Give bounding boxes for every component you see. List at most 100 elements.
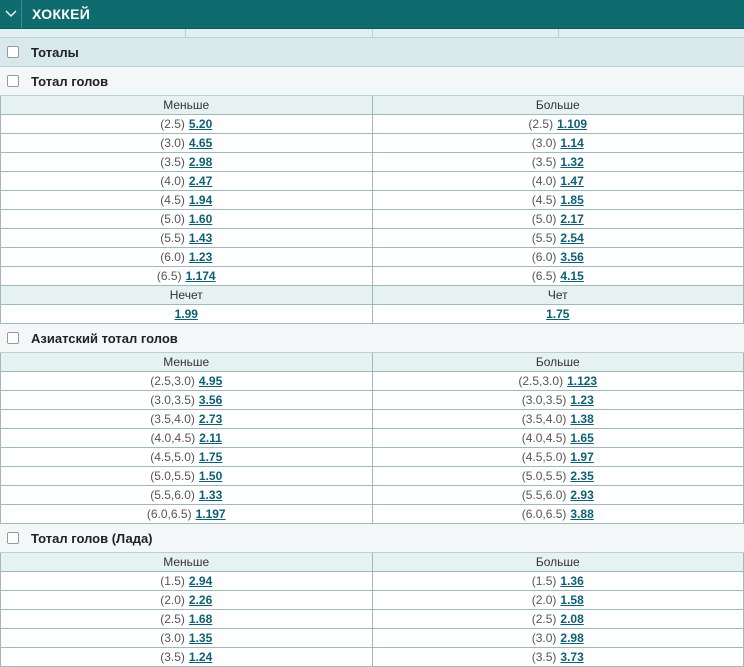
over-odds-link[interactable]: 2.54: [560, 231, 583, 245]
over-odds-link[interactable]: 1.58: [560, 593, 583, 607]
over-odds-link[interactable]: 2.17: [560, 212, 583, 226]
under-cell: (6.5) 1.174: [0, 266, 373, 286]
under-cell: (4.0) 2.47: [0, 171, 373, 191]
under-param: (4.5): [160, 193, 185, 207]
under-odds-link[interactable]: 2.94: [189, 574, 212, 588]
under-odds-link[interactable]: 1.35: [189, 631, 212, 645]
under-param: (2.5): [160, 117, 185, 131]
under-odds-link[interactable]: 1.23: [189, 250, 212, 264]
under-odds-link[interactable]: 2.11: [199, 431, 222, 445]
over-odds-link[interactable]: 3.56: [560, 250, 583, 264]
col-even: Чет: [371, 285, 744, 305]
under-odds-link[interactable]: 1.75: [199, 450, 222, 464]
over-param: (1.5): [531, 574, 557, 588]
table-row: (5.0) 1.60 (5.0) 2.17: [0, 209, 744, 229]
over-odds-link[interactable]: 1.109: [557, 117, 587, 131]
checkbox-totals[interactable]: [7, 46, 19, 58]
under-odds-link[interactable]: 1.60: [189, 212, 212, 226]
section-total-goals-label: Тотал голов: [31, 73, 109, 89]
over-odds-link[interactable]: 2.93: [570, 488, 593, 502]
over-odds-link[interactable]: 1.38: [570, 412, 593, 426]
over-param: (2.5): [528, 117, 554, 131]
under-odds-link[interactable]: 1.197: [196, 507, 226, 521]
over-cell: (3.0) 1.14: [371, 133, 744, 153]
over-odds-link[interactable]: 2.35: [570, 469, 593, 483]
under-odds-link[interactable]: 2.47: [189, 174, 212, 188]
over-odds-link[interactable]: 1.36: [560, 574, 583, 588]
under-odds-link[interactable]: 2.98: [189, 155, 212, 169]
over-param: (6.0): [531, 250, 557, 264]
under-param: (3.0): [160, 136, 185, 150]
under-cell: (1.5) 2.94: [0, 571, 373, 591]
over-odds-link[interactable]: 1.47: [560, 174, 583, 188]
checkbox-total-lada[interactable]: [7, 532, 19, 544]
table-row: (3.5) 2.98 (3.5) 1.32: [0, 152, 744, 172]
checkbox-asian-total[interactable]: [7, 332, 19, 344]
over-param: (5.0,5.5): [521, 469, 567, 483]
over-odds-link[interactable]: 3.73: [560, 650, 583, 664]
under-cell: (6.0) 1.23: [0, 247, 373, 267]
odd-odds-link[interactable]: 1.99: [175, 307, 198, 321]
chevron-down-icon: [5, 10, 16, 17]
under-cell: (3.0) 1.35: [0, 628, 373, 648]
under-odds-link[interactable]: 5.20: [189, 117, 212, 131]
over-param: (4.0,4.5): [521, 431, 567, 445]
over-odds-link[interactable]: 2.08: [560, 612, 583, 626]
under-cell: (6.0,6.5) 1.197: [0, 504, 373, 524]
over-cell: (6.0,6.5) 3.88: [371, 504, 744, 524]
collapse-toggle[interactable]: [0, 0, 22, 28]
under-odds-link[interactable]: 1.68: [189, 612, 212, 626]
over-odds-link[interactable]: 1.85: [560, 193, 583, 207]
under-odds-link[interactable]: 2.26: [189, 593, 212, 607]
under-odds-link[interactable]: 1.50: [199, 469, 222, 483]
col-odd: Нечет: [0, 285, 373, 305]
over-param: (6.0,6.5): [521, 507, 567, 521]
under-param: (6.5): [156, 269, 182, 283]
under-cell: (5.0,5.5) 1.50: [0, 466, 373, 486]
even-odds-link[interactable]: 1.75: [546, 307, 569, 321]
table-row: (3.5,4.0) 2.73 (3.5,4.0) 1.38: [0, 409, 744, 429]
under-cell: (3.5) 2.98: [0, 152, 373, 172]
over-cell: (3.0) 2.98: [371, 628, 744, 648]
over-param: (5.5,6.0): [521, 488, 567, 502]
over-param: (3.5): [531, 155, 557, 169]
under-odds-link[interactable]: 1.33: [199, 488, 222, 502]
under-param: (2.0): [160, 593, 185, 607]
under-odds-link[interactable]: 1.43: [189, 231, 212, 245]
under-odds-link[interactable]: 1.24: [189, 650, 212, 664]
section-total-lada-label: Тотал голов (Лада): [31, 530, 153, 546]
under-odds-link[interactable]: 2.73: [199, 412, 222, 426]
under-odds-link[interactable]: 3.56: [199, 393, 222, 407]
under-odds-link[interactable]: 1.94: [189, 193, 212, 207]
under-cell: (2.5) 5.20: [0, 114, 373, 134]
over-odds-link[interactable]: 1.97: [570, 450, 593, 464]
over-odds-link[interactable]: 3.88: [570, 507, 593, 521]
over-param: (5.0): [531, 212, 557, 226]
over-odds-link[interactable]: 2.98: [560, 631, 583, 645]
over-cell: (2.5) 1.109: [371, 114, 744, 134]
table-row: (2.5,3.0) 4.95 (2.5,3.0) 1.123: [0, 371, 744, 391]
over-odds-link[interactable]: 1.123: [567, 374, 597, 388]
under-param: (3.5): [160, 650, 185, 664]
under-cell: (2.0) 2.26: [0, 590, 373, 610]
over-odds-link[interactable]: 1.32: [560, 155, 583, 169]
over-param: (3.0,3.5): [521, 393, 567, 407]
col-under: Меньше: [0, 353, 373, 372]
under-cell: (4.5) 1.94: [0, 190, 373, 210]
over-odds-link[interactable]: 1.65: [570, 431, 593, 445]
under-param: (5.5): [160, 231, 185, 245]
under-odds-link[interactable]: 1.174: [186, 269, 216, 283]
sport-header: ХОККЕЙ: [0, 0, 744, 29]
under-odds-link[interactable]: 4.95: [199, 374, 222, 388]
total-lada-table: Меньше Больше (1.5) 2.94 (1.5) 1.36 (2.0) 2.2…: [0, 553, 744, 667]
sport-title: ХОККЕЙ: [32, 6, 91, 22]
over-cell: (3.0,3.5) 1.23: [371, 390, 744, 410]
over-odds-link[interactable]: 1.23: [570, 393, 593, 407]
table-row: (3.0) 4.65 (3.0) 1.14: [0, 133, 744, 153]
over-odds-link[interactable]: 4.15: [560, 269, 583, 283]
table-row: (5.5) 1.43 (5.5) 2.54: [0, 228, 744, 248]
over-odds-link[interactable]: 1.14: [560, 136, 583, 150]
table-row: (4.0) 2.47 (4.0) 1.47: [0, 171, 744, 191]
under-odds-link[interactable]: 4.65: [189, 136, 212, 150]
checkbox-total-goals[interactable]: [7, 75, 19, 87]
